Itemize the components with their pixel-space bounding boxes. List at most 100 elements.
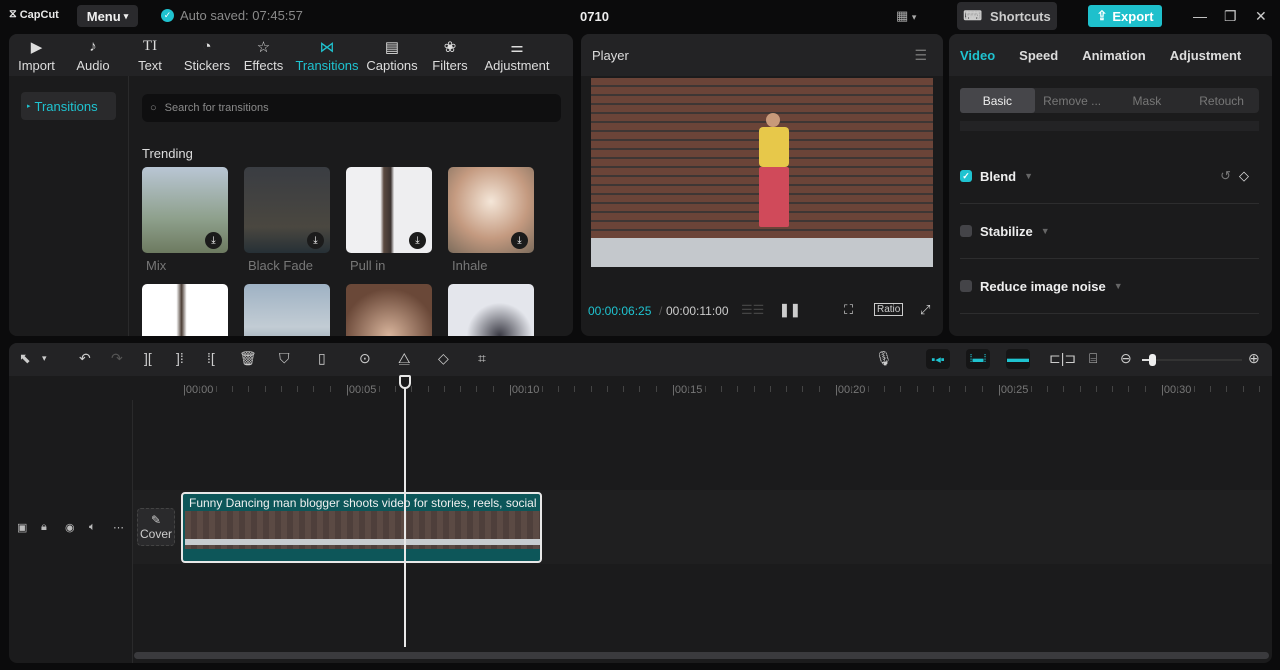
reduce-noise-checkbox[interactable]: [960, 280, 972, 292]
ruler-tick: [313, 386, 315, 392]
tab-effects[interactable]: ☆ Effects: [236, 34, 291, 76]
video-clip[interactable]: Funny Dancing man blogger shoots video f…: [181, 492, 542, 563]
auto-snap-icon[interactable]: ⁞▬⁞: [966, 349, 990, 369]
track-header: ▣ 🔒︎ ◉ 🔈︎ ⋯: [9, 400, 133, 663]
keyframe-icon[interactable]: ◇: [1239, 168, 1249, 184]
volume-icon[interactable]: 🔈︎: [89, 521, 96, 534]
microphone-icon[interactable]: 🎙: [875, 350, 893, 367]
clip-frames: [185, 511, 540, 549]
stabilize-checkbox[interactable]: [960, 225, 972, 237]
subtab-remove[interactable]: Remove ...: [1035, 88, 1110, 113]
split-right-icon[interactable]: ⁞[: [207, 350, 215, 366]
ruler-tick: [932, 386, 934, 392]
cover-button[interactable]: ✎ Cover: [137, 508, 175, 546]
tab-import[interactable]: ▶ Import: [9, 34, 64, 76]
horizontal-scrollbar[interactable]: [134, 652, 1269, 659]
reset-icon[interactable]: ↺: [1220, 168, 1231, 184]
fullscreen-button[interactable]: ⤢: [920, 302, 930, 318]
tab-captions[interactable]: ▤ Captions: [363, 34, 421, 76]
lock-icon[interactable]: 🔒︎: [41, 521, 47, 534]
transition-item-pull-in[interactable]: ⤓ Pull in: [346, 167, 432, 273]
pause-button[interactable]: ❚❚: [779, 302, 801, 318]
zoom-out-icon[interactable]: ⊖: [1120, 350, 1132, 367]
split-left-icon[interactable]: ]⁞: [176, 350, 184, 366]
ruler-tick: [623, 386, 625, 392]
marker-icon[interactable]: ⛉: [279, 350, 290, 367]
preview-axis-icon[interactable]: ⌸: [1089, 350, 1097, 367]
zoom-in-icon[interactable]: ⊕: [1248, 350, 1260, 367]
search-input[interactable]: ○ Search for transitions: [142, 94, 561, 122]
split-align-icon[interactable]: ⊏|⊐: [1049, 350, 1076, 367]
ruler-tick: [981, 386, 983, 392]
restore-button[interactable]: ❐: [1224, 8, 1237, 25]
select-tool-icon[interactable]: ⬉: [19, 350, 31, 367]
playhead[interactable]: [404, 375, 406, 647]
ratio-button[interactable]: Ratio: [874, 303, 904, 316]
caret-right-icon: ▸: [27, 103, 31, 110]
zoom-fit-button[interactable]: ⛶: [844, 302, 853, 318]
transition-item[interactable]: [448, 284, 534, 336]
reverse-icon[interactable]: ⊙: [359, 350, 371, 367]
download-icon[interactable]: ⤓: [205, 232, 222, 249]
download-icon[interactable]: ⤓: [511, 232, 528, 249]
trending-heading: Trending: [142, 146, 193, 161]
transition-item-black-fade[interactable]: ⤓ Black Fade: [244, 167, 330, 273]
tab-animation[interactable]: Animation: [1082, 48, 1146, 63]
ruler-tick: [215, 386, 217, 392]
playhead-handle[interactable]: [399, 375, 411, 389]
close-button[interactable]: ✕: [1255, 8, 1267, 25]
timeline-panel: ⬉ ▾ ↶ ↷ ][ ]⁞ ⁞[ 🗑 ⛉ ▯ ⊙ ⧋ ◇ ⌗ 🎙 ▪◂▪ ⁞▬⁞…: [9, 343, 1272, 663]
caret-down-icon[interactable]: ▼: [1041, 226, 1050, 236]
layout-button[interactable]: ▦ ▾: [896, 8, 916, 24]
tab-speed[interactable]: Speed: [1019, 48, 1058, 63]
crop-icon[interactable]: ⌗: [478, 350, 486, 367]
split-icon[interactable]: ][: [144, 350, 152, 366]
rotate-icon[interactable]: ◇: [438, 350, 449, 367]
transition-item-inhale[interactable]: ⤓ Inhale: [448, 167, 534, 273]
search-icon: ○: [150, 102, 157, 114]
tab-adjustment[interactable]: Adjustment: [1170, 48, 1242, 63]
delete-icon[interactable]: 🗑: [239, 350, 257, 367]
tab-audio[interactable]: ♪ Audio: [64, 34, 122, 76]
tab-transitions[interactable]: ⋈ Transitions: [291, 34, 363, 76]
undo-icon[interactable]: ↶: [79, 350, 91, 367]
ruler-tick: [949, 386, 951, 392]
property-reduce-noise: Reduce image noise ▼: [960, 259, 1259, 314]
tab-stickers[interactable]: ◔ Stickers: [178, 34, 236, 76]
tab-text[interactable]: TI Text: [122, 34, 178, 76]
mirror-icon[interactable]: ⧋: [398, 350, 411, 367]
transition-item[interactable]: [346, 284, 432, 336]
clip-title: Funny Dancing man blogger shoots video f…: [189, 496, 542, 510]
tab-filters[interactable]: ❀ Filters: [421, 34, 479, 76]
download-icon[interactable]: ⤓: [307, 232, 324, 249]
eye-icon[interactable]: ◉: [65, 521, 75, 534]
video-preview[interactable]: [591, 78, 933, 267]
export-button[interactable]: ⇪ Export: [1088, 5, 1162, 27]
minimize-button[interactable]: —: [1193, 8, 1207, 24]
redo-icon[interactable]: ↷: [111, 350, 123, 367]
link-icon[interactable]: ▬▬: [1006, 349, 1030, 369]
transition-item[interactable]: [142, 284, 228, 336]
chevron-down-icon[interactable]: ▾: [42, 353, 47, 364]
subtab-retouch[interactable]: Retouch: [1184, 88, 1259, 113]
sidebar-item-transitions[interactable]: ▸ Transitions: [21, 92, 116, 120]
caret-down-icon[interactable]: ▼: [1114, 281, 1123, 291]
subtab-mask[interactable]: Mask: [1110, 88, 1185, 113]
menu-icon[interactable]: ☰: [914, 47, 927, 64]
zoom-slider[interactable]: [1142, 354, 1242, 366]
transition-item[interactable]: [244, 284, 330, 336]
tab-video[interactable]: Video: [960, 48, 995, 63]
subtab-basic[interactable]: Basic: [960, 88, 1035, 113]
tab-adjustment[interactable]: ⚌ Adjustment: [479, 34, 555, 76]
menu-button[interactable]: Menu ▾: [77, 5, 138, 27]
magnet-icon[interactable]: ▪◂▪: [926, 349, 950, 369]
download-icon[interactable]: ⤓: [409, 232, 426, 249]
blend-checkbox[interactable]: ✓: [960, 170, 972, 182]
more-icon[interactable]: ⋯: [113, 521, 124, 534]
transition-item-mix[interactable]: ⤓ Mix: [142, 167, 228, 273]
time-ruler[interactable]: |00:00 |00:05 |00:10 |00:15 |00:20 |00:25 |00:…: [133, 376, 1272, 400]
shortcuts-button[interactable]: ⌨ Shortcuts: [957, 2, 1057, 30]
zoom-slider-handle[interactable]: [1149, 354, 1156, 366]
caret-down-icon[interactable]: ▼: [1024, 171, 1033, 181]
freeze-icon[interactable]: ▯: [318, 350, 326, 367]
